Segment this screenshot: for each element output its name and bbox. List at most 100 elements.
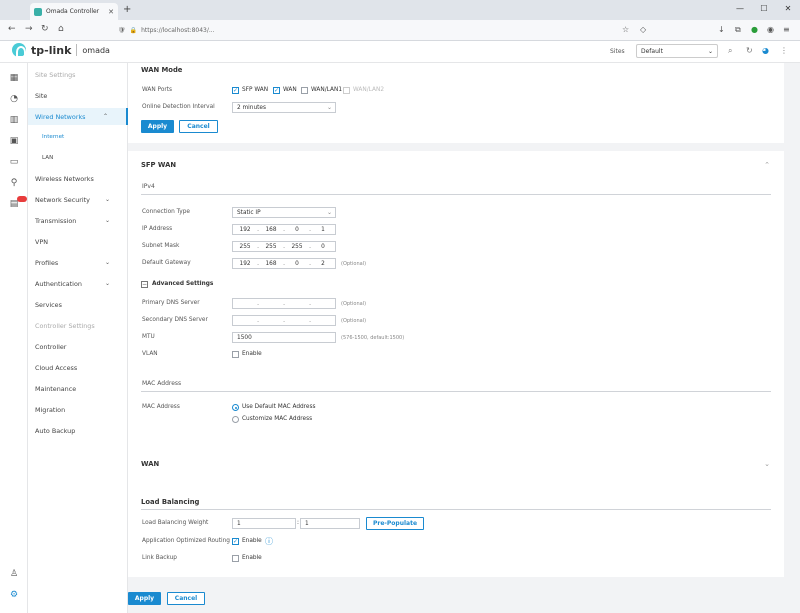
map-icon[interactable]: ▥ (8, 114, 20, 126)
sidebar-item-auto-backup[interactable]: Auto Backup (28, 422, 128, 439)
statistics-icon[interactable]: ◔ (8, 93, 20, 105)
sidebar-item-transmission[interactable]: Transmission ⌄ (28, 212, 128, 229)
sidebar-item-authentication[interactable]: Authentication ⌄ (28, 275, 128, 292)
sidebar-item-controller[interactable]: Controller (28, 338, 128, 355)
pre-populate-button[interactable]: Pre-Populate (366, 517, 424, 530)
sidebar-item-maintenance[interactable]: Maintenance (28, 380, 128, 397)
mtu-label: MTU (142, 334, 155, 340)
chevron-down-icon[interactable]: ⌄ (764, 460, 770, 468)
maximize-icon[interactable]: ☐ (752, 0, 776, 20)
devices-icon[interactable]: ▣ (8, 135, 20, 147)
subnet-mask-input[interactable]: 255. 255. 255. 0 (232, 241, 336, 252)
wan-card[interactable]: WAN ⌄ (128, 449, 784, 479)
divider (141, 509, 771, 510)
clients-icon[interactable]: ▭ (8, 156, 20, 168)
chevron-down-icon: ⌄ (707, 47, 713, 55)
account-icon[interactable]: ◉ (767, 25, 774, 34)
dashboard-icon[interactable]: ▦ (8, 72, 20, 84)
footer-apply-button[interactable]: Apply (128, 592, 161, 605)
reload-icon[interactable]: ↻ (41, 24, 49, 34)
shield-icon: 🛡 (118, 27, 126, 34)
browser-tab[interactable]: Omada Controller ✕ (30, 3, 118, 20)
settings-gear-icon[interactable]: ⚙ (8, 589, 20, 601)
mac-custom-radio[interactable] (232, 416, 239, 423)
mac-address-label: MAC Address (142, 404, 180, 410)
gw-octet: 192 (239, 260, 251, 267)
sidebar-item-internet[interactable]: Internet (28, 128, 128, 145)
minimize-icon[interactable]: — (728, 0, 752, 20)
lb-weight-value-1: 1 (237, 520, 241, 527)
app-header: tp-link omada Sites Default ⌄ ⌕ ↻ ◕ ⋮ (0, 41, 800, 63)
gw-octet: 2 (321, 260, 325, 267)
wan-ports-label: WAN Ports (142, 87, 173, 93)
extensions-icon[interactable]: ⧉ (735, 25, 741, 35)
sidebar-item-cloud-access[interactable]: Cloud Access (28, 359, 128, 376)
primary-dns-input[interactable]: ... (232, 298, 336, 309)
account-settings-icon[interactable]: ♙ (8, 568, 20, 580)
lb-weight-input-2[interactable]: 1 (300, 518, 360, 529)
wan-checkbox[interactable]: ✓ (273, 87, 280, 94)
advanced-settings-toggle[interactable]: − (141, 281, 148, 288)
pocket-icon[interactable]: ◇ (640, 25, 646, 34)
omada-favicon-icon (34, 7, 42, 16)
refresh-icon[interactable]: ↻ (746, 46, 753, 55)
info-icon[interactable]: ⓘ (265, 536, 273, 547)
sidebar-item-wired-networks[interactable]: Wired Networks ⌃ (28, 108, 128, 125)
detection-interval-select[interactable]: 2 minutes ⌄ (232, 102, 336, 113)
more-icon[interactable]: ⋮ (780, 46, 788, 55)
sidebar-item-migration[interactable]: Migration (28, 401, 128, 418)
back-icon[interactable]: ← (8, 24, 16, 34)
gateway-optional-hint: (Optional) (341, 261, 367, 267)
primary-dns-optional-hint: (Optional) (341, 301, 367, 307)
user-avatar-icon[interactable]: ◕ (762, 46, 769, 55)
sidebar-item-network-security[interactable]: Network Security ⌄ (28, 191, 128, 208)
menu-icon[interactable]: ≡ (783, 25, 790, 34)
lb-weight-input-1[interactable]: 1 (232, 518, 296, 529)
home-icon[interactable]: ⌂ (58, 24, 64, 34)
forward-icon[interactable]: → (25, 24, 33, 34)
insight-icon[interactable]: ⚲ (8, 177, 20, 189)
default-gateway-input[interactable]: 192. 168. 0. 2 (232, 258, 336, 269)
sidebar-heading-controller-settings: Controller Settings (35, 321, 95, 330)
sidebar-item-profiles[interactable]: Profiles ⌄ (28, 254, 128, 271)
url-field[interactable]: 🛡 🔒 https://localhost:8043/... (118, 23, 628, 38)
wan-mode-apply-button[interactable]: Apply (141, 120, 174, 133)
site-select[interactable]: Default ⌄ (636, 44, 718, 58)
sidebar-heading-site-settings: Site Settings (35, 70, 76, 79)
connection-type-value: Static IP (237, 209, 261, 216)
footer-cancel-button[interactable]: Cancel (167, 592, 205, 605)
secondary-dns-label: Secondary DNS Server (142, 317, 208, 323)
search-icon[interactable]: ⌕ (728, 46, 732, 56)
chevron-up-icon[interactable]: ⌃ (764, 161, 770, 169)
sidebar-item-lan[interactable]: LAN (28, 149, 128, 166)
wan-lan1-checkbox[interactable] (301, 87, 308, 94)
mask-octet: 255 (239, 243, 251, 250)
aor-enable-checkbox[interactable]: ✓ (232, 538, 239, 545)
sfp-wan-checkbox[interactable]: ✓ (232, 87, 239, 94)
chevron-down-icon: ⌄ (104, 217, 110, 224)
chevron-down-icon: ⌄ (104, 280, 110, 287)
download-icon[interactable]: ↓ (718, 25, 725, 34)
close-window-icon[interactable]: ✕ (776, 0, 800, 20)
sidebar-item-vpn[interactable]: VPN (28, 233, 128, 250)
secondary-dns-input[interactable]: ... (232, 315, 336, 326)
new-tab-icon[interactable]: + (123, 4, 131, 15)
mtu-input[interactable]: 1500 (232, 332, 336, 343)
load-balancing-card: Load Balancing Load Balancing Weight 1 :… (128, 487, 784, 577)
connection-type-select[interactable]: Static IP ⌄ (232, 207, 336, 218)
chevron-down-icon: ⌄ (104, 259, 110, 266)
chevron-down-icon: ⌄ (326, 104, 332, 111)
extension-green-icon[interactable]: ● (751, 25, 758, 34)
default-gateway-label: Default Gateway (142, 260, 191, 266)
sidebar-item-services[interactable]: Services (28, 296, 128, 313)
bookmark-star-icon[interactable]: ☆ (622, 25, 629, 34)
wan-mode-cancel-button[interactable]: Cancel (179, 120, 218, 133)
sidebar-item-site[interactable]: Site (28, 87, 128, 104)
link-backup-checkbox[interactable] (232, 555, 239, 562)
mac-default-radio[interactable] (232, 404, 239, 411)
vlan-enable-label: Enable (242, 351, 262, 357)
vlan-enable-checkbox[interactable] (232, 351, 239, 358)
tab-close-icon[interactable]: ✕ (108, 8, 114, 16)
ip-address-input[interactable]: 192. 168. 0. 1 (232, 224, 336, 235)
sidebar-item-wireless-networks[interactable]: Wireless Networks (28, 170, 128, 187)
